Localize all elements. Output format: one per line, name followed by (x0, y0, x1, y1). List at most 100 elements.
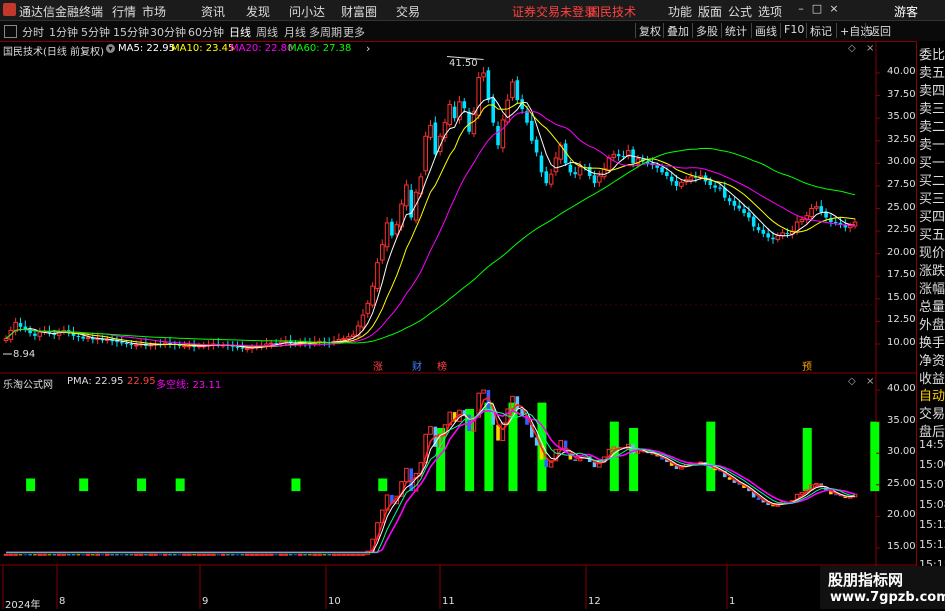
current-stock-notice[interactable]: 国民技术 (588, 3, 636, 20)
sub-candle (13, 553, 18, 556)
period-weekly[interactable]: 周线 (256, 24, 278, 40)
restore-icon[interactable]: □ (810, 2, 824, 16)
sub-candle (47, 554, 52, 556)
sub-candle (129, 554, 134, 556)
sub-candle (124, 554, 129, 556)
panel-lower-0[interactable]: 自动 (919, 385, 945, 404)
x-tick: 10 (328, 596, 341, 607)
kline-chart[interactable] (0, 41, 916, 609)
period-multi-period[interactable]: 多周期 (309, 24, 342, 40)
candle-body-up (471, 111, 477, 135)
candle-body-down (833, 221, 838, 223)
menu-trade[interactable]: 交易 (396, 3, 420, 20)
sub-candle (187, 553, 192, 556)
sub-candle (33, 554, 37, 556)
sub-candle (71, 554, 76, 556)
sub-candle (496, 424, 500, 441)
period-daily[interactable]: 日线 (229, 24, 251, 40)
sub-candle (52, 554, 57, 556)
guest-button[interactable]: 游客 (894, 3, 918, 20)
period-30min[interactable]: 30分钟 (150, 24, 186, 40)
sub-candle (61, 553, 67, 556)
candle-body-up (505, 99, 510, 123)
ma20-line (5, 110, 856, 347)
quote-item-9: 买四 (919, 210, 945, 225)
tool-overlay[interactable]: 叠加 (663, 23, 689, 38)
candle-body-down (761, 229, 766, 234)
menu-layout[interactable]: 版面 (698, 3, 722, 20)
quote-item-3: 卖三 (919, 102, 945, 117)
menu-market[interactable]: 市场 (142, 3, 166, 20)
menu-discover[interactable]: 发现 (246, 3, 270, 20)
sub-candle (3, 553, 9, 556)
main-y-tick: 30.00 (887, 156, 916, 168)
login-notice[interactable]: 证券交易未登录 (512, 3, 596, 20)
candle-body-down (462, 101, 467, 109)
sub-candle (201, 553, 207, 556)
menu-quotes[interactable]: 行情 (112, 3, 136, 20)
trade-time-3: 15:08 (919, 498, 945, 511)
sub-candle (192, 554, 196, 556)
panel-toggle-icon[interactable] (4, 25, 17, 38)
period-5min[interactable]: 5分钟 (81, 24, 110, 40)
sub-candle (182, 553, 187, 556)
panel-lower-1[interactable]: 交易 (919, 403, 945, 422)
quote-item-12: 涨跌 (919, 264, 945, 279)
tool-f10[interactable]: F10 (780, 23, 804, 38)
candle-body-up (336, 338, 342, 342)
period-15min[interactable]: 15分钟 (113, 24, 149, 40)
sub-candle (158, 554, 163, 556)
menu-functions[interactable]: 功能 (668, 3, 692, 20)
main-y-tick: 25.00 (887, 201, 916, 213)
period-60min[interactable]: 60分钟 (188, 24, 224, 40)
main-y-tick: 22.50 (887, 224, 916, 236)
menu-formula[interactable]: 公式 (728, 3, 752, 20)
trade-time-1: 15:00 (919, 458, 945, 471)
candle-body-up (244, 348, 250, 351)
tool-back[interactable]: 返回 (865, 23, 891, 38)
tool-restore-rights[interactable]: 复权 (635, 23, 661, 38)
sub-candle (264, 553, 269, 556)
signal-bar (79, 478, 89, 492)
event-marker-limit-up[interactable]: 涨 (373, 358, 383, 373)
sub-candle (500, 422, 506, 442)
sub-candle (235, 554, 240, 556)
candle-body-down (737, 205, 742, 209)
sub-candle (297, 553, 303, 556)
quote-item-8: 买三 (919, 192, 945, 207)
main-y-tick: 35.00 (887, 111, 916, 123)
sub-candle (100, 554, 105, 556)
candle-body-down (742, 209, 746, 214)
sub-candle (148, 553, 154, 556)
sub-candle (91, 554, 95, 556)
event-marker-finance[interactable]: 财 (412, 358, 422, 373)
menu-wealth-circle[interactable]: 财富圈 (341, 3, 377, 20)
tool-draw-line[interactable]: 画线 (751, 23, 777, 38)
period-monthly[interactable]: 月线 (284, 24, 306, 40)
signal-bar (26, 478, 36, 492)
tool-multi-stock[interactable]: 多股 (692, 23, 718, 38)
minimize-icon[interactable]: – (794, 2, 808, 16)
candle-body-down (115, 341, 119, 343)
menu-ask-xiaoda[interactable]: 问小达 (289, 3, 325, 20)
sub-candle (462, 410, 467, 415)
menu-options[interactable]: 选项 (758, 3, 782, 20)
sub-candle (66, 554, 71, 556)
close-icon[interactable]: × (827, 2, 841, 16)
period-1min[interactable]: 1分钟 (49, 24, 78, 40)
sub-candle (331, 553, 337, 556)
period-intraday[interactable]: 分时 (22, 24, 44, 40)
main-y-tick: 37.50 (887, 88, 916, 100)
tool-statistics[interactable]: 统计 (721, 23, 747, 38)
main-y-tick: 20.00 (887, 246, 916, 258)
sub-candle (278, 553, 284, 556)
menu-news[interactable]: 资讯 (201, 3, 225, 20)
tool-bookmark[interactable]: 标记 (806, 23, 832, 38)
candle-body-up (37, 331, 43, 337)
sub-candle (144, 554, 148, 556)
candle-body-up (428, 124, 433, 138)
sub-candle (269, 553, 274, 556)
period-more[interactable]: 更多 (343, 24, 365, 40)
event-marker-list[interactable]: 榜 (437, 358, 447, 373)
event-marker-forecast[interactable]: 预 (802, 358, 812, 373)
